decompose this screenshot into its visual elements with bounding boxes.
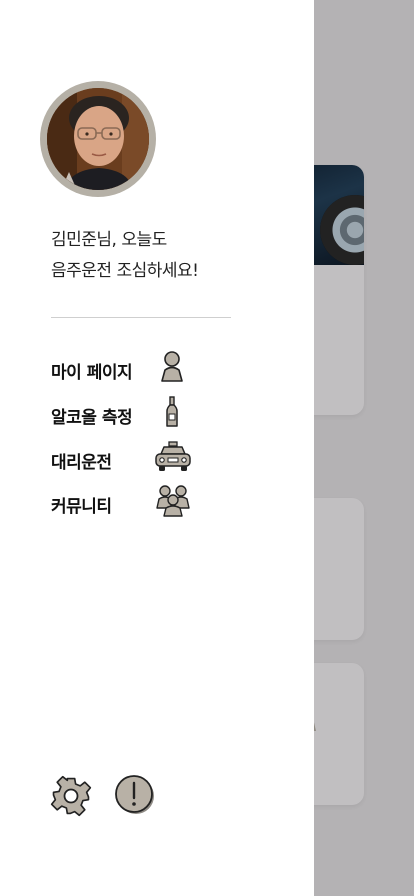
avatar[interactable]: [40, 81, 156, 197]
navigation-drawer: 김민준님, 오늘도 음주운전 조심하세요! 마이 페이지 알코올 측정 대리운전: [0, 0, 314, 896]
settings-gear-icon[interactable]: [50, 775, 92, 817]
menu-item-label: 커뮤니티: [51, 497, 112, 517]
profile-photo-image: [47, 88, 149, 190]
divider: [51, 317, 231, 318]
menu-item-alcohol-measure[interactable]: 알코올 측정: [51, 395, 231, 431]
greeting-text: 김민준님, 오늘도 음주운전 조심하세요!: [51, 225, 199, 287]
menu-item-label: 마이 페이지: [51, 363, 133, 383]
alert-info-icon[interactable]: [113, 773, 157, 817]
menu-item-label: 알코올 측정: [51, 408, 133, 428]
bottle-icon: [166, 396, 178, 427]
menu-item-label: 대리운전: [51, 453, 112, 473]
avatar-photo: [47, 88, 149, 190]
greeting-line-2: 음주운전 조심하세요!: [51, 261, 199, 281]
person-icon: [161, 351, 183, 382]
menu-item-community[interactable]: 커뮤니티: [51, 484, 231, 520]
car-wheel-image: [320, 195, 364, 265]
greeting-line-1: 김민준님, 오늘도: [51, 230, 167, 250]
menu-item-designated-driver[interactable]: 대리운전: [51, 440, 231, 476]
taxi-icon: [155, 441, 191, 471]
group-icon: [156, 485, 190, 517]
menu-item-my-page[interactable]: 마이 페이지: [51, 350, 231, 386]
